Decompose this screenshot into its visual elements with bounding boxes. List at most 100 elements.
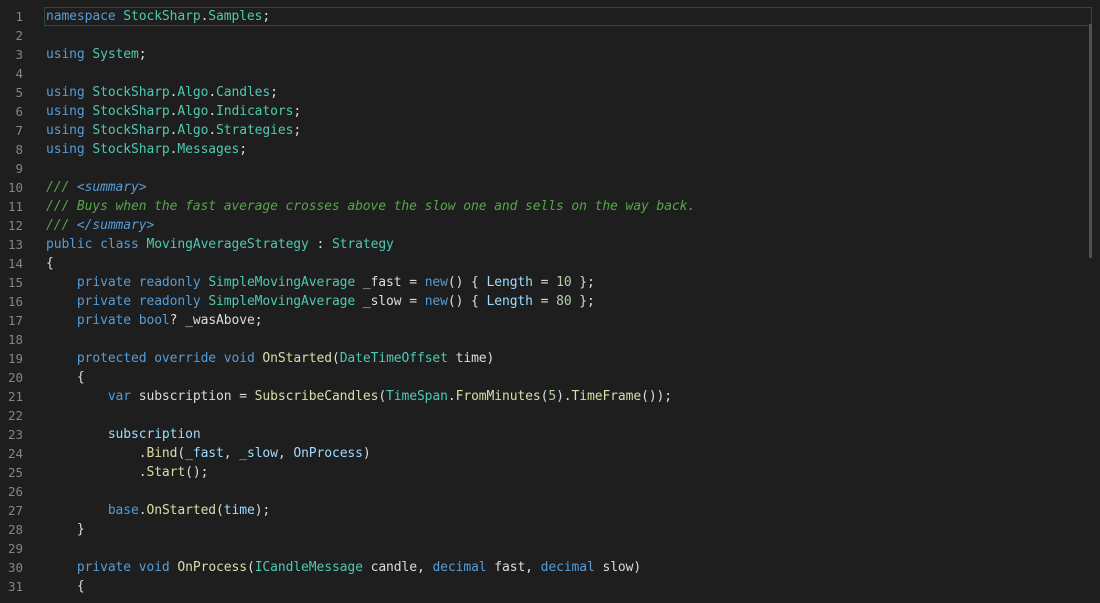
code-token: slow [594, 560, 634, 575]
code-line[interactable]: /// Buys when the fast average crosses a… [46, 197, 695, 216]
code-token: private [76, 294, 132, 309]
code-token: OnStarted [146, 503, 217, 518]
line-number: 17 [7, 313, 23, 328]
code-token: = [239, 389, 247, 404]
code-line[interactable]: base.OnStarted(time); [46, 501, 270, 520]
code-line[interactable]: .Bind(_fast, _slow, OnProcess) [46, 444, 371, 463]
code-token: ; [293, 104, 302, 119]
code-line[interactable]: { [46, 368, 85, 387]
code-token: readonly [138, 275, 201, 290]
code-token: void [223, 351, 255, 366]
code-token: ) [486, 351, 495, 366]
code-token: } [76, 522, 85, 537]
code-token: Length [486, 275, 533, 290]
line-number: 15 [7, 275, 23, 290]
code-token: private [76, 275, 132, 290]
code-line[interactable]: namespace StockSharp.Samples; [46, 7, 270, 26]
code-token: Indicators [216, 104, 294, 119]
code-token: candle [362, 560, 417, 575]
code-line[interactable]: var subscription = SubscribeCandles(Time… [46, 387, 672, 406]
line-number: 26 [7, 484, 23, 499]
line-number: 3 [15, 47, 23, 62]
code-line[interactable]: using StockSharp.Algo.Indicators; [46, 102, 301, 121]
code-token: namespace [46, 9, 116, 24]
code-token: }; [571, 294, 595, 309]
line-number: 11 [7, 199, 23, 214]
line-number: 21 [7, 389, 23, 404]
code-token: SubscribeCandles [254, 389, 379, 404]
line-number: 27 [7, 503, 23, 518]
code-editor[interactable]: 1 2 3 4 5 6 7 8 9 10 11 12 13 14 15 16 17 18 19 20 21 22 23 24 2… [0, 0, 1100, 603]
code-token: _wasAbove [177, 313, 255, 328]
code-line[interactable]: } [46, 520, 85, 539]
line-number: 16 [7, 294, 23, 309]
code-line[interactable]: private void OnProcess(ICandleMessage ca… [46, 558, 641, 577]
code-token: ; [293, 123, 302, 138]
code-line[interactable]: /// <summary> [46, 178, 147, 197]
code-token: subscription [107, 427, 201, 442]
code-line[interactable]: /// </summary> [46, 216, 154, 235]
code-line[interactable]: private readonly SimpleMovingAverage _sl… [46, 292, 595, 311]
code-line[interactable]: subscription [46, 425, 201, 444]
line-number: 28 [7, 522, 23, 537]
code-token: OnProcess [177, 560, 247, 575]
code-line[interactable]: { [46, 577, 85, 596]
code-token: ( [378, 389, 387, 404]
code-token: DateTimeOffset [339, 351, 448, 366]
code-line[interactable]: private readonly SimpleMovingAverage _fa… [46, 273, 595, 292]
code-line[interactable]: .Start(); [46, 463, 209, 482]
code-line[interactable]: public class MovingAverageStrategy : Str… [46, 235, 394, 254]
code-token: StockSharp [92, 123, 170, 138]
vertical-scrollbar[interactable] [1089, 24, 1092, 258]
line-number: 4 [15, 66, 23, 81]
code-token: . [208, 104, 217, 119]
code-token: base [107, 503, 139, 518]
code-line[interactable]: { [46, 254, 54, 273]
code-token: OnProcess [293, 446, 363, 461]
code-token: { [76, 370, 85, 385]
code-token: { [76, 579, 85, 594]
code-token: , [277, 446, 294, 461]
code-token: () { [447, 294, 487, 309]
code-line[interactable]: using StockSharp.Algo.Candles; [46, 83, 278, 102]
line-number: 24 [7, 446, 23, 461]
code-token: /// Buys when the fast average crosses a… [46, 199, 696, 214]
code-token: ICandleMessage [254, 560, 363, 575]
code-line[interactable]: protected override void OnStarted(DateTi… [46, 349, 494, 368]
code-area[interactable]: namespace StockSharp.Samples; using Syste… [46, 0, 1086, 603]
code-token: ()); [641, 389, 673, 404]
code-token: Bind [146, 446, 178, 461]
line-number: 9 [15, 161, 23, 176]
code-token: . [208, 85, 217, 100]
code-line[interactable]: using StockSharp.Messages; [46, 140, 247, 159]
code-token: }; [571, 275, 595, 290]
code-token: SimpleMovingAverage [208, 275, 356, 290]
code-token: override [154, 351, 217, 366]
code-line[interactable]: private bool? _wasAbove; [46, 311, 263, 330]
code-token: class [100, 237, 139, 252]
line-number: 30 [7, 560, 23, 575]
code-token: decimal [432, 560, 487, 575]
code-token: ( [216, 503, 224, 518]
code-token: _fast [185, 446, 224, 461]
code-line[interactable]: using System; [46, 45, 147, 64]
code-token: ; [239, 142, 247, 157]
code-token: fast [486, 560, 526, 575]
line-number: 13 [7, 237, 23, 252]
code-token: new [424, 294, 448, 309]
code-token: . [447, 389, 456, 404]
code-token: ; [262, 9, 271, 24]
line-number: 12 [7, 218, 23, 233]
code-token: , [416, 560, 433, 575]
code-line[interactable]: using StockSharp.Algo.Strategies; [46, 121, 301, 140]
